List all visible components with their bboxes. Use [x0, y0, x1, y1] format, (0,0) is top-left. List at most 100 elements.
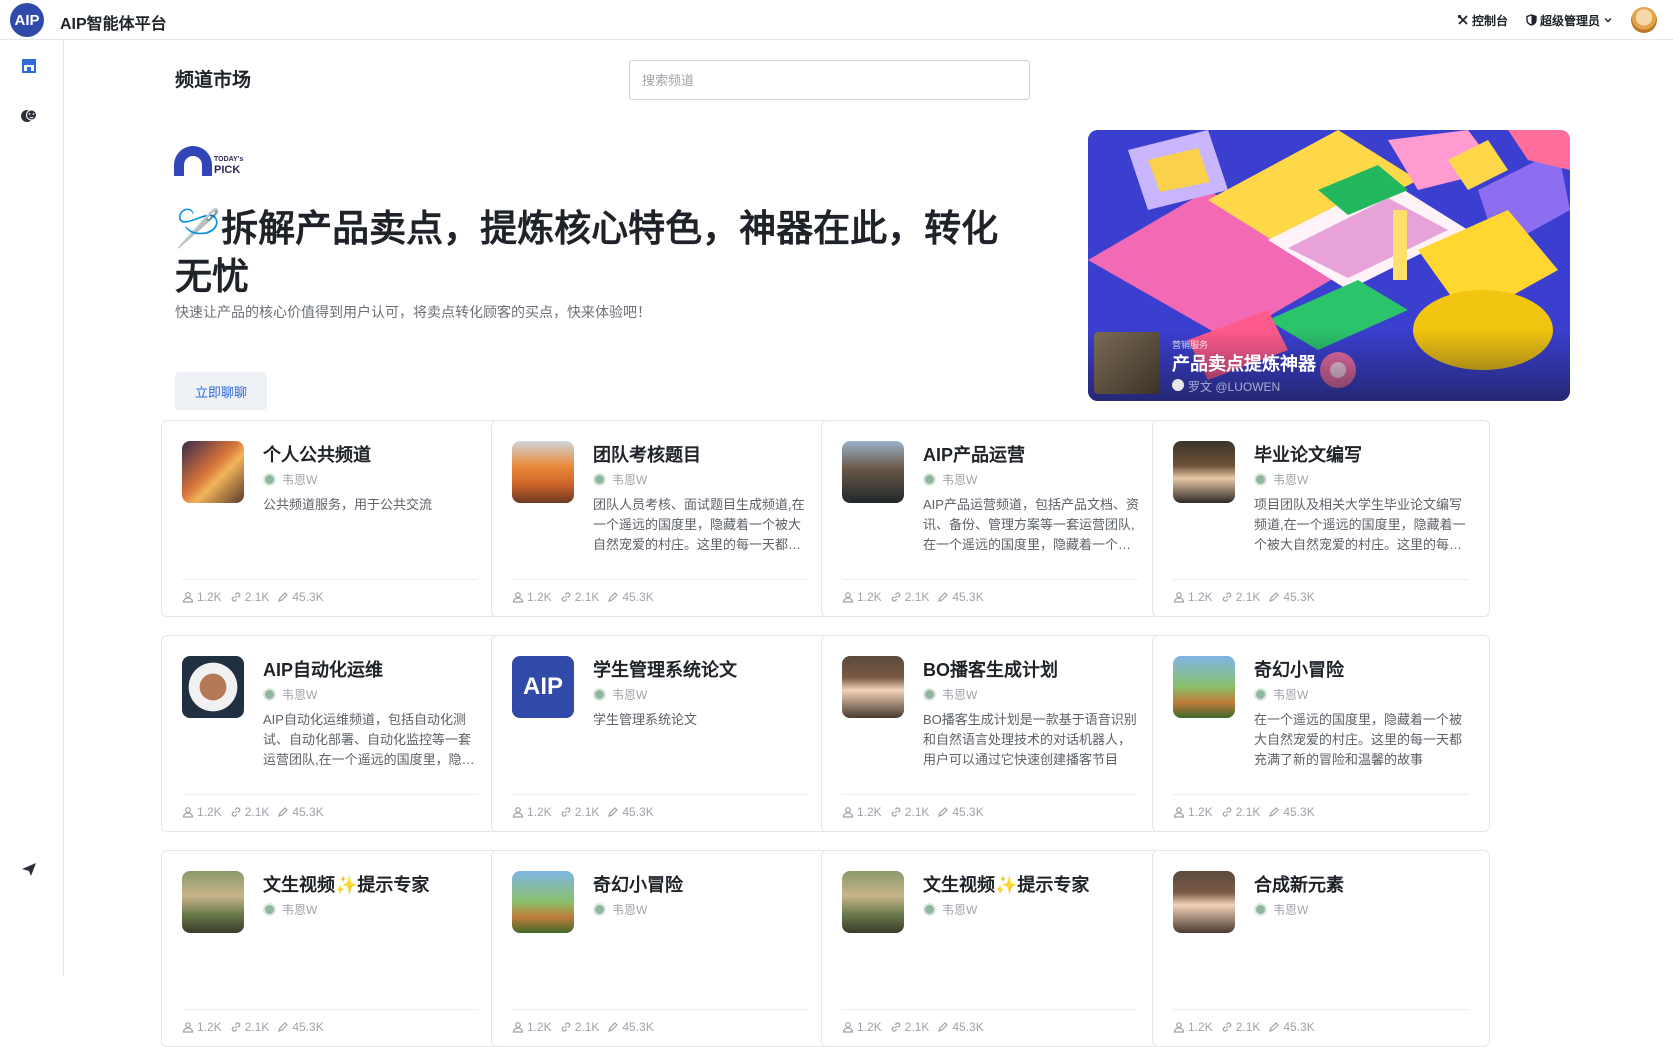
links-count: 2.1K: [244, 805, 270, 819]
todays-pick-line2: PICK: [214, 164, 241, 176]
users-count: 1.2K: [527, 590, 552, 604]
channel-description: 公共频道服务，用于公共交流: [263, 497, 433, 512]
links-stat: 2.1K: [230, 1020, 270, 1034]
card-divider: [842, 1009, 1138, 1010]
channel-author-name: 韦恩W: [612, 688, 648, 702]
edits-count: 45.3K: [292, 1020, 324, 1034]
links-stat: 2.1K: [1221, 590, 1260, 604]
banner-footer: [1088, 329, 1570, 401]
links-count: 2.1K: [904, 1020, 930, 1034]
theater-masks-icon[interactable]: [18, 105, 40, 127]
pencil-icon: [1269, 1022, 1280, 1032]
card-divider: [182, 579, 478, 580]
market-store-icon[interactable]: [18, 55, 40, 77]
edits-stat: 45.3K: [937, 805, 984, 819]
banner-thumbnail: [1094, 332, 1160, 394]
todays-pick-mascot-icon: [174, 146, 212, 176]
channel-author-name: 韦恩W: [942, 903, 978, 917]
card-divider: [182, 1009, 478, 1010]
users-stat: 1.2K: [842, 590, 882, 604]
link-icon: [891, 1022, 900, 1032]
links-count: 2.1K: [904, 590, 930, 604]
send-icon[interactable]: [18, 858, 40, 880]
author-avatar-icon: [1254, 473, 1267, 486]
edits-count: 45.3K: [622, 1020, 654, 1034]
channel-author-name: 韦恩W: [612, 903, 648, 917]
channel-stats: 1.2K 2.1K 45.3K: [512, 1020, 654, 1034]
edits-stat: 45.3K: [1268, 590, 1315, 604]
channel-card[interactable]: 团队考核题目 韦恩W 团队人员考核、面试题目生成频道,在一个遥远的国度里，隐藏着…: [491, 420, 829, 617]
todays-pick-line1: TODAY's: [214, 156, 244, 163]
user-icon: [512, 807, 524, 818]
channel-card[interactable]: 奇幻小冒险 韦恩W 1.2K 2.1K 45.3K: [491, 850, 829, 1047]
console-link[interactable]: 控制台: [1457, 12, 1508, 29]
pencil-icon: [278, 807, 289, 817]
channel-avatar: [1173, 656, 1235, 718]
edits-stat: 45.3K: [277, 805, 324, 819]
edits-count: 45.3K: [292, 805, 324, 819]
edits-stat: 45.3K: [937, 590, 984, 604]
edits-count: 45.3K: [1283, 805, 1315, 819]
featured-banner[interactable]: 营销服务 产品卖点提炼神器 罗文 @LUOWEN: [1088, 130, 1570, 401]
user-avatar[interactable]: [1631, 7, 1657, 33]
channel-author-name: 韦恩W: [282, 473, 318, 487]
user-icon: [1173, 807, 1185, 818]
pencil-icon: [938, 592, 949, 602]
channel-avatar: [182, 871, 244, 933]
link-icon: [891, 807, 900, 817]
channel-author: 韦恩W: [263, 901, 317, 918]
author-avatar-icon: [593, 688, 606, 701]
channel-stats: 1.2K 2.1K 45.3K: [1173, 1020, 1315, 1034]
card-divider: [1173, 794, 1469, 795]
channel-card[interactable]: 合成新元素 韦恩W 1.2K 2.1K 45.3K: [1152, 850, 1490, 1047]
users-count: 1.2K: [527, 805, 552, 819]
channel-author: 韦恩W: [593, 686, 647, 703]
role-dropdown[interactable]: 超级管理员: [1526, 12, 1613, 29]
channel-card[interactable]: 毕业论文编写 韦恩W 项目团队及相关大学生毕业论文编写频道,在一个遥远的国度里，…: [1152, 420, 1490, 617]
channel-title: BO播客生成计划: [923, 660, 1058, 680]
console-label: 控制台: [1471, 13, 1508, 28]
channel-title: 文生视频✨提示专家: [263, 875, 430, 895]
users-count: 1.2K: [197, 1020, 222, 1034]
channel-card[interactable]: AIP自动化运维 韦恩W AIP自动化运维频道，包括自动化测试、自动化部署、自动…: [161, 635, 499, 832]
links-count: 2.1K: [574, 590, 600, 604]
channel-description: AIP产品运营频道，包括产品文档、资讯、备份、管理方案等一套运营团队,在一个遥远…: [923, 497, 1139, 552]
links-count: 2.1K: [244, 1020, 270, 1034]
channel-author-name: 韦恩W: [1273, 903, 1309, 917]
edits-count: 45.3K: [1283, 1020, 1315, 1034]
channel-author-name: 韦恩W: [612, 473, 648, 487]
channel-avatar-text: AIP: [522, 673, 563, 700]
channel-card[interactable]: AIP 学生管理系统论文 韦恩W 学生管理系统论文 1.2K 2.1K 45.3…: [491, 635, 829, 832]
users-count: 1.2K: [857, 1020, 882, 1034]
users-count: 1.2K: [1188, 1020, 1213, 1034]
author-avatar-icon: [1254, 688, 1267, 701]
channel-card[interactable]: 奇幻小冒险 韦恩W 在一个遥远的国度里，隐藏着一个被大自然宠爱的村庄。这里的每一…: [1152, 635, 1490, 832]
users-stat: 1.2K: [512, 805, 552, 819]
author-avatar-icon: [263, 903, 276, 916]
channel-author-name: 韦恩W: [282, 688, 318, 702]
app-logo[interactable]: AIP: [10, 3, 44, 37]
channel-title: 奇幻小冒险: [1254, 660, 1344, 680]
channel-card[interactable]: 文生视频✨提示专家 韦恩W 1.2K 2.1K 45.3K: [161, 850, 499, 1047]
links-count: 2.1K: [244, 590, 270, 604]
users-stat: 1.2K: [1173, 805, 1213, 819]
channel-card[interactable]: AIP产品运营 韦恩W AIP产品运营频道，包括产品文档、资讯、备份、管理方案等…: [821, 420, 1159, 617]
pencil-icon: [608, 1022, 619, 1032]
link-icon: [1222, 592, 1231, 602]
channel-avatar: [182, 441, 244, 503]
chat-now-button[interactable]: 立即聊聊: [175, 372, 267, 410]
edits-stat: 45.3K: [1268, 1020, 1315, 1034]
channel-card[interactable]: 文生视频✨提示专家 韦恩W 1.2K 2.1K 45.3K: [821, 850, 1159, 1047]
channel-card[interactable]: 个人公共频道 韦恩W 公共频道服务，用于公共交流 1.2K 2.1K 45.3K: [161, 420, 499, 617]
card-divider: [842, 579, 1138, 580]
channel-author-name: 韦恩W: [1273, 688, 1309, 702]
users-stat: 1.2K: [842, 1020, 882, 1034]
channel-avatar: [842, 441, 904, 503]
channel-description: 项目团队及相关大学生毕业论文编写频道,在一个遥远的国度里，隐藏着一个被大自然宠爱…: [1254, 497, 1466, 552]
channel-author: 韦恩W: [263, 471, 317, 488]
search-input[interactable]: [629, 60, 1030, 100]
channel-author: 韦恩W: [593, 901, 647, 918]
card-divider: [1173, 579, 1469, 580]
edits-stat: 45.3K: [607, 1020, 654, 1034]
channel-card[interactable]: BO播客生成计划 韦恩W BO播客生成计划是一款基于语音识别和自然语言处理技术的…: [821, 635, 1159, 832]
